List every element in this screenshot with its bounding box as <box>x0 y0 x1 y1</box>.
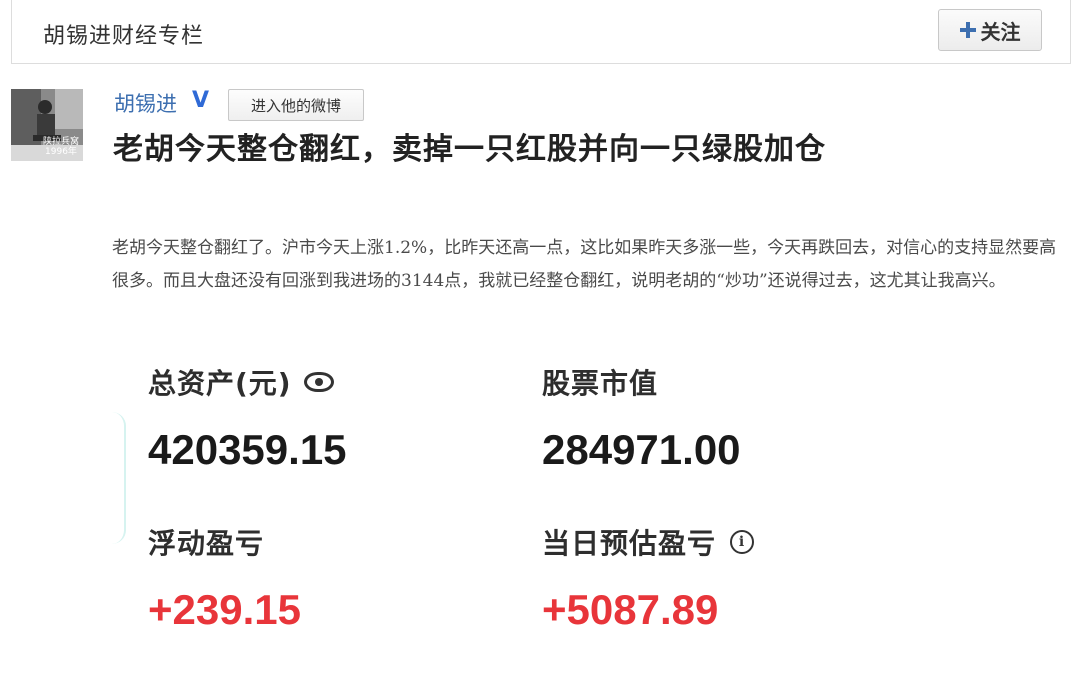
article-headline: 老胡今天整仓翻红，卖掉一只红股并向一只绿股加仓 <box>113 132 826 167</box>
article-paragraph: 老胡今天整仓翻红了。沪市今天上涨1.2%，比昨天还高一点，这比如果昨天多涨一些，… <box>112 238 1057 291</box>
verified-v-icon: V <box>192 88 210 113</box>
market-value-cell: 股票市值 <box>542 362 658 402</box>
market-value-label: 股票市值 <box>542 367 659 400</box>
enter-weibo-button[interactable]: 进入他的微博 <box>228 89 364 121</box>
column-title: 胡锡进财经专栏 <box>43 24 205 49</box>
avatar-caption: 陕拉兵窝 1996年 <box>43 137 79 157</box>
column-header-bar: 胡锡进财经专栏 关注 <box>11 0 1071 64</box>
daily-pnl-label: 当日预估盈亏 <box>542 527 717 560</box>
follow-label: 关注 <box>980 19 1021 44</box>
asset-summary-card: 总资产(元) 420359.15 股票市值 284971.00 浮动盈亏 +23… <box>112 330 900 670</box>
follow-button[interactable]: 关注 <box>938 9 1042 51</box>
plus-icon <box>959 22 976 38</box>
daily-pnl-cell: 当日预估盈亏 i <box>542 522 755 562</box>
floating-pnl-label: 浮动盈亏 <box>148 527 265 560</box>
avatar-caption-line-1: 陕拉兵窝 <box>42 137 79 147</box>
avatar-caption-line-2: 1996年 <box>45 147 77 157</box>
eye-icon[interactable] <box>303 372 334 392</box>
total-assets-label-row: 总资产(元) <box>148 362 334 402</box>
total-assets-value: 420359.15 <box>148 426 347 473</box>
daily-pnl-label-row: 当日预估盈亏 i <box>542 522 755 562</box>
market-value-value: 284971.00 <box>542 426 741 473</box>
floating-pnl-value: +239.15 <box>148 586 301 633</box>
daily-pnl-value: +5087.89 <box>542 586 719 633</box>
floating-pnl-cell: 浮动盈亏 <box>148 522 264 562</box>
card-edge-decoration <box>112 412 126 544</box>
total-assets-label: 总资产(元) <box>148 367 292 400</box>
total-assets-cell: 总资产(元) <box>148 362 334 402</box>
info-icon[interactable]: i <box>730 530 755 554</box>
author-avatar[interactable]: 陕拉兵窝 1996年 <box>11 89 83 161</box>
author-name[interactable]: 胡锡进 <box>114 88 177 118</box>
